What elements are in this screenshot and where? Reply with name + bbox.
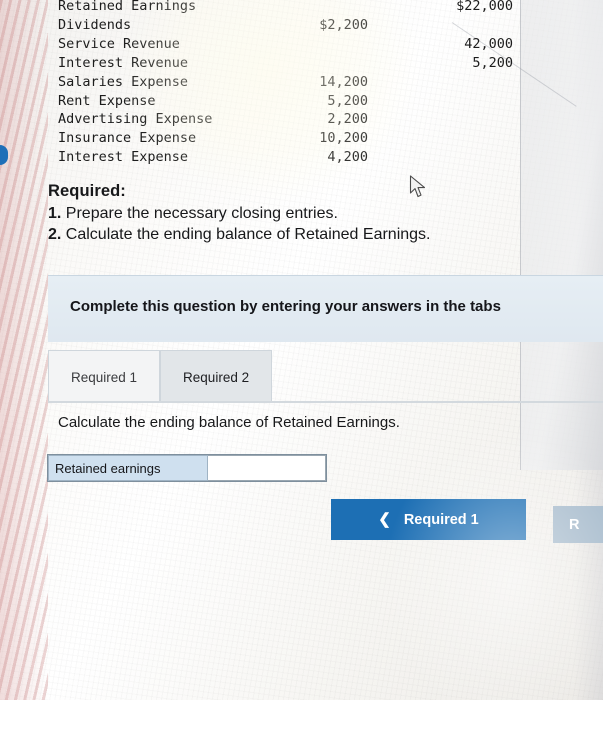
table-row: Rent Expense 5,200: [58, 92, 528, 111]
account-name: Interest Expense: [58, 149, 189, 166]
debit-amount: 10,200: [319, 130, 368, 147]
tab-required-1-label: Required 1: [71, 369, 138, 385]
answer-row: Retained earnings: [48, 455, 326, 481]
required-item-1-text: Prepare the necessary closing entries.: [65, 205, 338, 222]
question-instruction-panel: Complete this question by entering your …: [48, 275, 603, 342]
account-name: Rent Expense: [58, 92, 156, 109]
next-requirement-label: R: [569, 516, 580, 533]
question-instruction-text: Complete this question by entering your …: [70, 298, 501, 315]
question-prompt: Calculate the ending balance of Retained…: [58, 414, 400, 431]
required-item-2-text: Calculate the ending balance of Retained…: [65, 226, 431, 243]
credit-amount: 42,000: [464, 35, 513, 52]
account-name: Insurance Expense: [58, 130, 197, 147]
trial-balance-table: Retained Earnings $22,000 Dividends $2,2…: [58, 0, 528, 167]
account-name: Service Revenue: [58, 35, 180, 52]
credit-amount: $22,000: [456, 0, 513, 14]
credit-amount: 5,200: [472, 54, 513, 71]
table-row: Interest Revenue 5,200: [58, 54, 528, 73]
debit-amount: 4,200: [327, 149, 368, 166]
required-item-2-number: 2.: [48, 226, 62, 243]
retained-earnings-input[interactable]: [208, 455, 326, 481]
screen-glare-bottom: [383, 430, 603, 730]
required-item-1-number: 1.: [48, 205, 62, 222]
account-name: Advertising Expense: [58, 111, 213, 128]
requirement-tabs: Required 1 Required 2: [48, 348, 603, 403]
account-name: Interest Revenue: [58, 54, 189, 71]
table-row: Dividends $2,200: [58, 16, 528, 35]
debit-amount: 2,200: [327, 111, 368, 128]
side-tab-marker[interactable]: [0, 145, 8, 165]
next-requirement-button[interactable]: R: [553, 506, 603, 543]
left-page-edge-decoration: [0, 0, 48, 700]
tabs-underline: [48, 401, 603, 403]
tab-required-2[interactable]: Required 2: [160, 350, 273, 403]
account-name: Retained Earnings: [58, 0, 197, 14]
account-name: Salaries Expense: [58, 73, 189, 90]
debit-amount: 5,200: [327, 92, 368, 109]
table-row: Advertising Expense 2,200: [58, 110, 528, 129]
table-row: Interest Expense 4,200: [58, 148, 528, 167]
table-row: Insurance Expense 10,200: [58, 129, 528, 148]
chevron-left-icon: ❮: [378, 511, 391, 528]
required-item-2: 2. Calculate the ending balance of Retai…: [48, 224, 518, 245]
required-section: Required: 1. Prepare the necessary closi…: [48, 182, 518, 245]
table-row: Service Revenue 42,000: [58, 35, 528, 54]
account-name: Dividends: [58, 16, 132, 33]
tab-required-2-label: Required 2: [183, 369, 250, 385]
table-row: Retained Earnings $22,000: [58, 0, 528, 16]
tab-required-1[interactable]: Required 1: [48, 350, 161, 403]
required-heading: Required:: [48, 182, 126, 200]
required-item-1: 1. Prepare the necessary closing entries…: [48, 203, 518, 224]
table-row: Salaries Expense 14,200: [58, 73, 528, 92]
prev-requirement-button[interactable]: ❮ Required 1: [331, 499, 526, 540]
prev-requirement-label: Required 1: [403, 511, 479, 528]
debit-amount: $2,200: [319, 16, 368, 33]
retained-earnings-label: Retained earnings: [48, 455, 208, 481]
debit-amount: 14,200: [319, 73, 368, 90]
